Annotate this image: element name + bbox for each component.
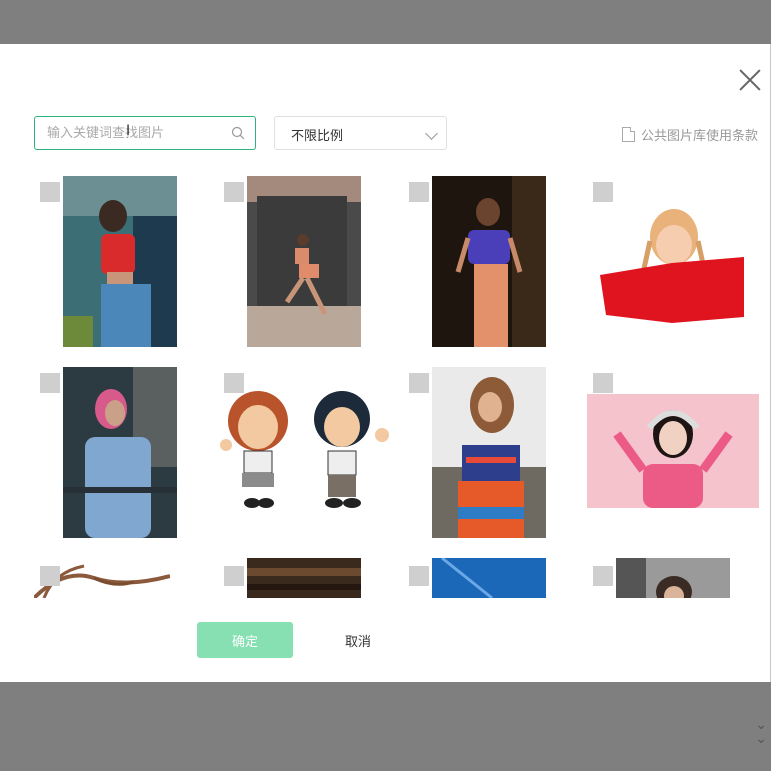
image-item bbox=[34, 174, 206, 347]
image-picker-modal: I 不限比例 公共图片库使用条款 bbox=[0, 44, 770, 682]
image-thumbnail-dark-wood[interactable] bbox=[247, 558, 361, 598]
search-input[interactable] bbox=[47, 117, 217, 149]
image-thumbnail-woman-running[interactable] bbox=[247, 176, 361, 347]
document-icon bbox=[621, 127, 635, 142]
image-thumbnail-woman-red-top[interactable] bbox=[63, 176, 177, 347]
image-checkbox[interactable] bbox=[224, 566, 244, 586]
image-checkbox[interactable] bbox=[593, 566, 613, 586]
image-item bbox=[34, 558, 206, 598]
image-checkbox[interactable] bbox=[409, 373, 429, 393]
confirm-button[interactable]: 确定 bbox=[197, 622, 293, 658]
image-item bbox=[403, 365, 575, 538]
image-thumbnail-woman-purple-top[interactable] bbox=[432, 176, 546, 347]
image-item bbox=[587, 558, 759, 598]
image-checkbox[interactable] bbox=[40, 182, 60, 202]
image-checkbox[interactable] bbox=[224, 373, 244, 393]
image-checkbox[interactable] bbox=[40, 373, 60, 393]
image-item bbox=[403, 558, 575, 598]
image-grid bbox=[0, 174, 770, 598]
image-checkbox[interactable] bbox=[409, 182, 429, 202]
chevron-down-icon bbox=[425, 127, 438, 140]
cancel-button[interactable]: 取消 bbox=[318, 622, 398, 658]
ratio-select-value: 不限比例 bbox=[291, 129, 344, 144]
image-thumbnail-woman-gray[interactable] bbox=[616, 558, 730, 598]
image-thumbnail-woman-embroidered-dress[interactable] bbox=[432, 367, 546, 538]
image-item bbox=[587, 174, 759, 346]
ratio-select[interactable]: 不限比例 bbox=[274, 116, 447, 150]
image-item bbox=[34, 365, 206, 538]
terms-link[interactable]: 公共图片库使用条款 bbox=[621, 125, 758, 144]
search-icon[interactable] bbox=[231, 126, 245, 140]
search-box: I bbox=[34, 116, 256, 150]
image-thumbnail-blue-sky[interactable] bbox=[432, 558, 546, 598]
image-checkbox[interactable] bbox=[409, 566, 429, 586]
image-thumbnail-girl-red-book[interactable] bbox=[596, 197, 750, 323]
image-item bbox=[403, 174, 575, 347]
image-checkbox[interactable] bbox=[224, 182, 244, 202]
image-checkbox[interactable] bbox=[593, 182, 613, 202]
scroll-down-icon[interactable]: ⌄ ⌄ bbox=[755, 718, 767, 746]
image-thumbnail-woman-pink-hair-jacket[interactable] bbox=[63, 367, 177, 538]
image-item bbox=[218, 174, 390, 347]
image-item bbox=[218, 365, 390, 537]
backdrop-bottom bbox=[0, 682, 771, 771]
image-item bbox=[218, 558, 390, 598]
image-checkbox[interactable] bbox=[40, 566, 60, 586]
text-cursor-icon: I bbox=[126, 123, 131, 139]
image-item bbox=[587, 365, 759, 537]
image-thumbnail-cartoon-kids[interactable] bbox=[218, 389, 390, 513]
close-icon[interactable] bbox=[738, 68, 762, 92]
backdrop-top bbox=[0, 0, 771, 44]
image-checkbox[interactable] bbox=[593, 373, 613, 393]
image-thumbnail-woman-headphones-pink[interactable] bbox=[587, 394, 759, 508]
terms-link-label: 公共图片库使用条款 bbox=[640, 129, 758, 144]
